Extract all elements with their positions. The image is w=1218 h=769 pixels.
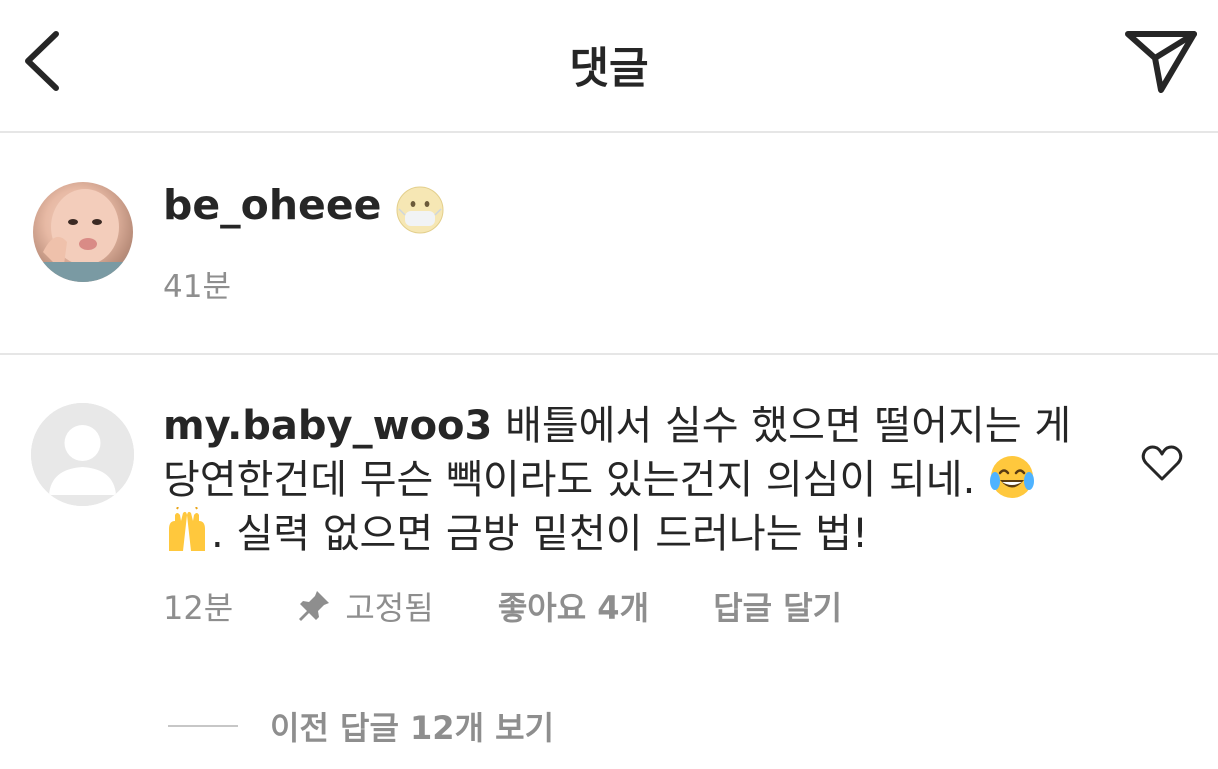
like-button[interactable] (1140, 443, 1184, 483)
paper-plane-icon (1125, 31, 1197, 93)
profile-photo (33, 189, 133, 282)
share-button[interactable] (1124, 28, 1198, 94)
view-replies-button[interactable]: 이전 답글 12개 보기 (168, 703, 554, 749)
avatar[interactable] (33, 182, 133, 282)
pinned-indicator: 고정됨 (297, 583, 434, 629)
caption-username[interactable]: be_oheee (163, 181, 381, 229)
pinned-label: 고정됨 (345, 589, 434, 627)
post-caption: be_oheee 41분 (0, 133, 1218, 355)
comment-item: my.baby_woo3 배틀에서 실수 했으면 떨어지는 게 당연한건데 무슨… (0, 355, 1218, 685)
comment-username[interactable]: my.baby_woo3 (163, 403, 492, 449)
heart-outline-icon (1141, 445, 1183, 481)
view-replies-label: 이전 답글 12개 보기 (270, 709, 555, 747)
comment-text-part2: . 실력 없으면 금방 밑천이 드러나는 법! (211, 511, 869, 557)
face-with-medical-mask-emoji (395, 185, 445, 235)
avatar[interactable] (31, 403, 134, 506)
top-bar: 댓글 (0, 0, 1218, 133)
divider (168, 725, 238, 727)
face-with-tears-of-joy-emoji (988, 453, 1036, 501)
comments-screen: 댓글 be_oheee 41분 my.baby_woo3 배틀에서 실수 했으면… (0, 0, 1218, 769)
likes-count[interactable]: 좋아요 4개 (498, 583, 649, 629)
pin-icon (299, 591, 330, 621)
comment-timestamp: 12분 (163, 589, 234, 627)
comment-actions: 12분 고정됨 좋아요 4개 답글 달기 (163, 583, 896, 629)
raising-hands-emoji (163, 506, 211, 555)
default-user-icon (31, 403, 134, 506)
reply-button[interactable]: 답글 달기 (713, 583, 842, 629)
page-title: 댓글 (569, 44, 649, 94)
comment-body: my.baby_woo3 배틀에서 실수 했으면 떨어지는 게 당연한건데 무슨… (163, 399, 1073, 561)
caption-timestamp: 41분 (163, 269, 231, 305)
